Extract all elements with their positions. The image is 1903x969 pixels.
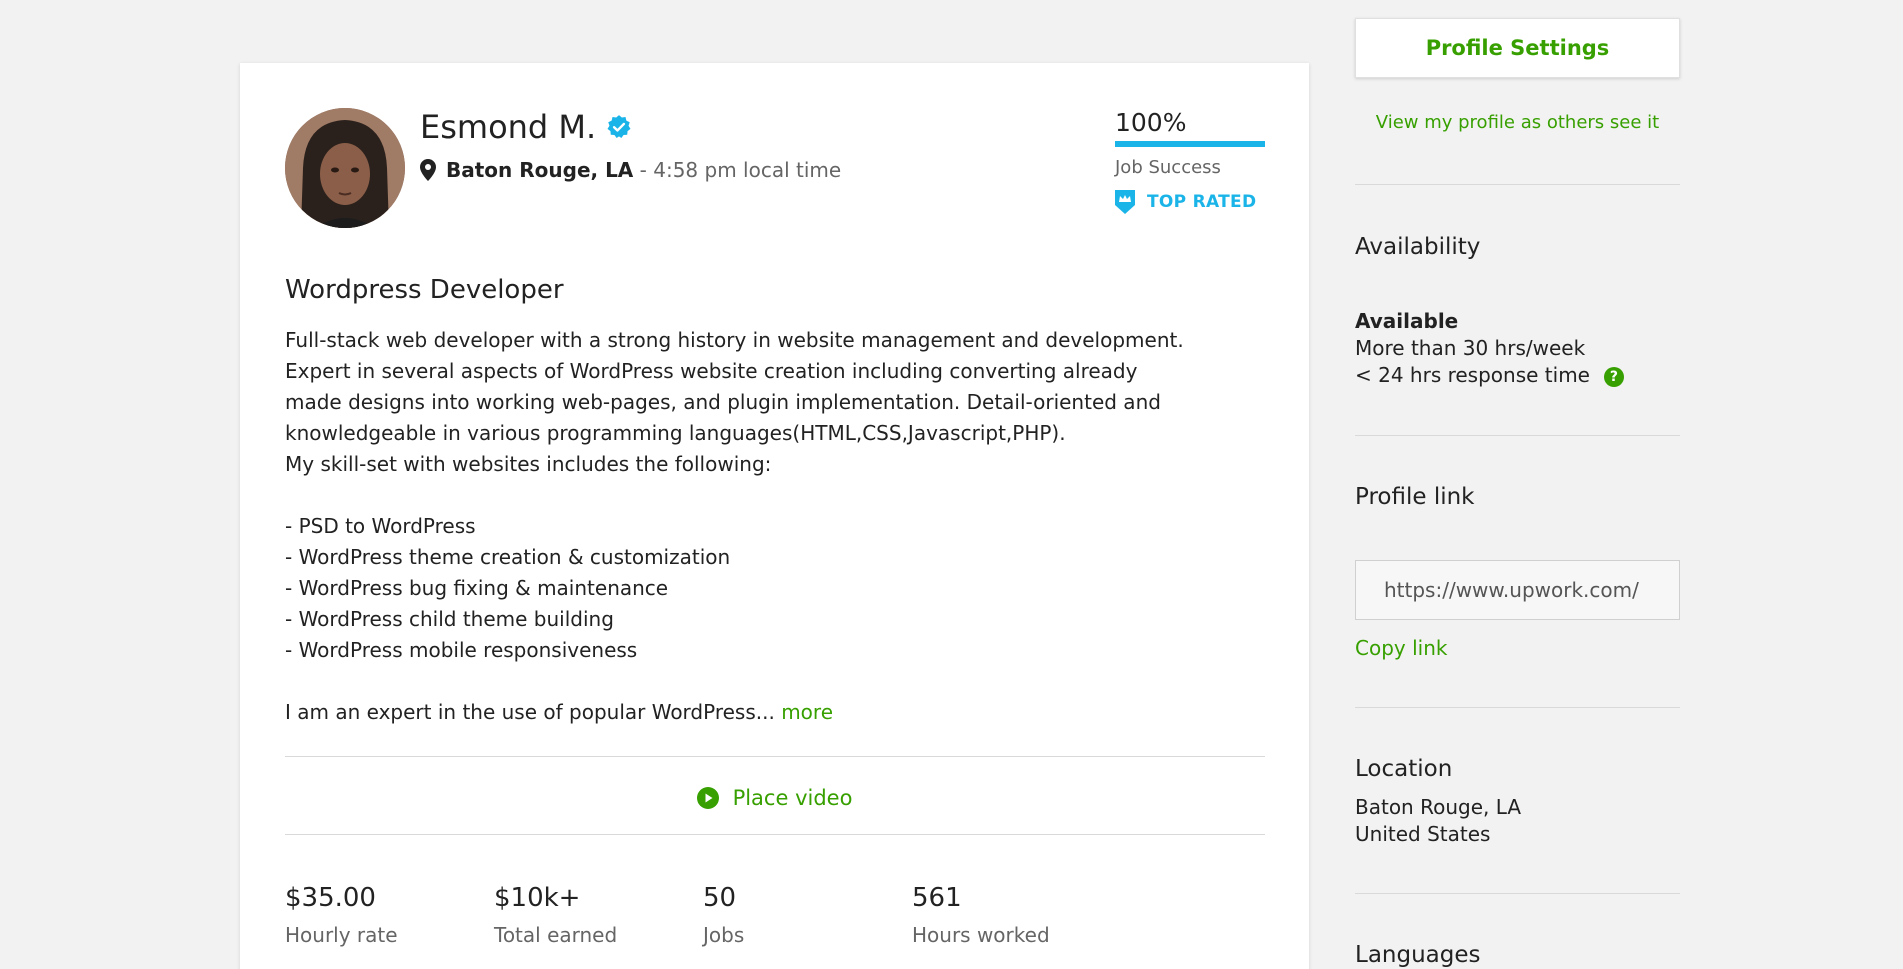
description-line: knowledgeable in various programming lan… <box>285 421 1066 445</box>
profile-card: Esmond M. Baton Rouge, LA - 4:58 pm loca… <box>240 63 1309 969</box>
location-row: Baton Rouge, LA - 4:58 pm local time <box>420 158 841 182</box>
stat-jobs: 50 Jobs <box>703 883 912 947</box>
location-heading: Location <box>1355 756 1453 782</box>
profile-name: Esmond M. <box>420 108 597 146</box>
stat-value: 561 <box>912 883 962 913</box>
availability-status: Available <box>1355 309 1459 333</box>
description-line: - WordPress child theme building <box>285 607 614 631</box>
divider <box>285 834 1265 835</box>
description-line: My skill-set with websites includes the … <box>285 452 772 476</box>
name-row: Esmond M. <box>420 108 632 146</box>
divider <box>1355 184 1680 185</box>
description-line: - WordPress bug fixing & maintenance <box>285 576 669 600</box>
languages-heading: Languages <box>1355 942 1481 968</box>
stat-total-earned: $10k+ Total earned <box>494 883 703 947</box>
view-profile-as-others-link[interactable]: View my profile as others see it <box>1355 112 1680 133</box>
description-line: - WordPress theme creation & customizati… <box>285 545 731 569</box>
job-success: 100% Job Success TOP RATED <box>1115 108 1265 214</box>
stat-label: Hourly rate <box>285 923 398 947</box>
divider <box>1355 435 1680 436</box>
job-success-value: 100% <box>1115 108 1187 137</box>
location-city: Baton Rouge, LA <box>1355 795 1521 819</box>
top-rated-label: TOP RATED <box>1147 192 1257 212</box>
description-line: - PSD to WordPress <box>285 514 476 538</box>
divider <box>1355 707 1680 708</box>
stat-hours-worked: 561 Hours worked <box>912 883 1121 947</box>
availability-response-row: < 24 hrs response time? <box>1355 362 1624 389</box>
availability-response: < 24 hrs response time <box>1355 363 1590 387</box>
divider <box>285 756 1265 757</box>
profile-title: Wordpress Developer <box>285 275 564 305</box>
job-success-label: Job Success <box>1115 157 1221 178</box>
local-time: - 4:58 pm local time <box>633 158 842 182</box>
location-details: Baton Rouge, LA United States <box>1355 794 1521 848</box>
description-text: I am an expert in the use of popular Wor… <box>285 700 775 724</box>
stat-label: Total earned <box>494 923 618 947</box>
description-line: Expert in several aspects of WordPress w… <box>285 359 1138 383</box>
verified-badge-icon <box>607 115 631 139</box>
place-video-button[interactable]: Place video <box>240 786 1309 810</box>
profile-description: Full-stack web developer with a strong h… <box>285 325 1245 728</box>
avatar[interactable] <box>285 108 405 228</box>
availability-heading: Availability <box>1355 234 1481 260</box>
top-rated-badge: TOP RATED <box>1115 190 1265 214</box>
stat-value: $35.00 <box>285 883 376 913</box>
map-pin-icon <box>420 159 436 181</box>
description-line: - WordPress mobile responsiveness <box>285 638 638 662</box>
profile-settings-button[interactable]: Profile Settings <box>1355 18 1680 78</box>
job-success-bar <box>1115 141 1265 147</box>
description-line: I am an expert in the use of popular Wor… <box>285 697 1245 728</box>
more-link[interactable]: more <box>781 700 833 724</box>
description-line <box>285 666 1245 697</box>
stat-value: $10k+ <box>494 883 581 913</box>
description-line: Full-stack web developer with a strong h… <box>285 328 1184 352</box>
help-icon[interactable]: ? <box>1603 367 1624 387</box>
place-video-label: Place video <box>732 786 853 810</box>
divider <box>1355 893 1680 894</box>
play-circle-icon <box>696 787 719 809</box>
stat-value: 50 <box>703 883 737 913</box>
location-country: United States <box>1355 822 1491 846</box>
profile-link-input[interactable] <box>1355 560 1680 620</box>
stat-label: Hours worked <box>912 923 1050 947</box>
stat-hourly-rate: $35.00 Hourly rate <box>285 883 494 947</box>
location-city: Baton Rouge, LA <box>446 158 634 182</box>
availability-details: Available More than 30 hrs/week < 24 hrs… <box>1355 308 1624 389</box>
crown-shield-icon <box>1115 190 1135 214</box>
profile-link-heading: Profile link <box>1355 484 1475 510</box>
description-line: made designs into working web-pages, and… <box>285 390 1161 414</box>
availability-hours: More than 30 hrs/week <box>1355 336 1586 360</box>
stat-label: Jobs <box>703 923 745 947</box>
copy-link-button[interactable]: Copy link <box>1355 636 1447 660</box>
description-line <box>285 480 1245 511</box>
stats-row: $35.00 Hourly rate $10k+ Total earned 50… <box>285 883 1121 947</box>
